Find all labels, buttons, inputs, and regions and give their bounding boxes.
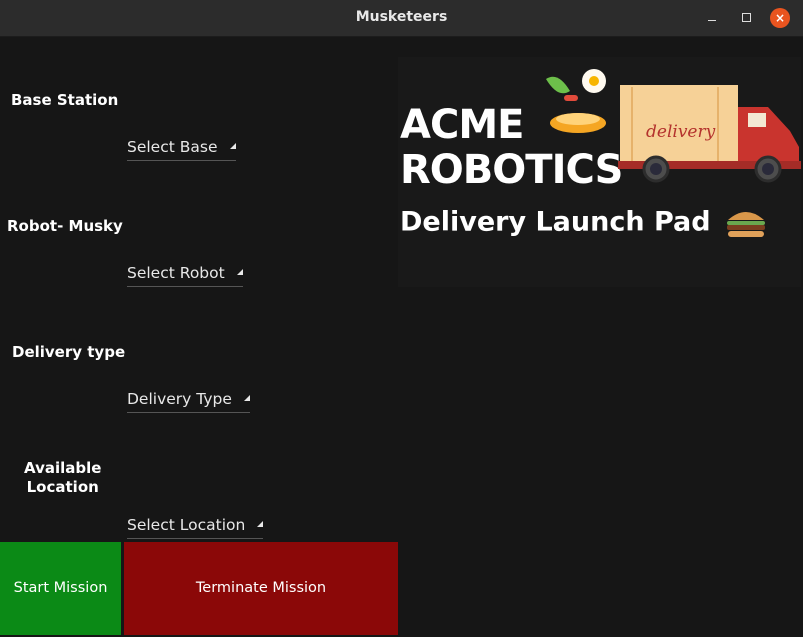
terminate-mission-button[interactable]: Terminate Mission [124, 542, 398, 635]
brand-name-line1: ACME [400, 102, 524, 148]
available-location-label: Available Location [24, 459, 101, 497]
start-mission-button[interactable]: Start Mission [0, 542, 121, 635]
available-location-label-line2: Location [26, 478, 99, 496]
maximize-icon[interactable] [736, 8, 756, 28]
available-location-label-line1: Available [24, 459, 102, 477]
title-bar: Musketeers × [0, 0, 803, 37]
robot-select[interactable]: Select Robot [127, 264, 243, 287]
tomato-slice-icon [564, 95, 578, 101]
burger-icon [726, 212, 765, 237]
acme-banner: ACME ROBOTICS delivery Delivery Launch P… [398, 57, 801, 287]
base-select[interactable]: Select Base [127, 138, 236, 161]
tagline: Delivery Launch Pad [400, 204, 768, 242]
truck-delivery-text: delivery [646, 122, 716, 142]
delivery-truck-illustration: delivery [618, 85, 801, 183]
dropdown-arrow-icon [236, 268, 243, 275]
dropdown-arrow-icon [257, 520, 264, 527]
location-select-value: Select Location [127, 516, 246, 534]
tagline-text: Delivery Launch Pad [400, 206, 711, 238]
minimize-icon[interactable] [702, 8, 722, 28]
base-station-label: Base Station [11, 91, 119, 109]
main-panel: Base Station Select Base Robot- Musky Se… [0, 37, 803, 637]
dropdown-arrow-icon [229, 142, 236, 149]
robot-label: Robot- Musky [7, 217, 123, 235]
window-title: Musketeers [355, 9, 448, 25]
brand-name-line2: ROBOTICS [400, 147, 623, 193]
food-illustration [546, 69, 606, 133]
location-select[interactable]: Select Location [127, 516, 264, 539]
delivery-type-select[interactable]: Delivery Type [127, 390, 250, 413]
close-icon[interactable]: × [770, 8, 790, 28]
delivery-type-label: Delivery type [12, 343, 126, 361]
base-select-value: Select Base [127, 138, 218, 156]
dropdown-arrow-icon [243, 394, 250, 401]
robot-select-value: Select Robot [127, 264, 225, 282]
delivery-type-select-value: Delivery Type [127, 390, 232, 408]
